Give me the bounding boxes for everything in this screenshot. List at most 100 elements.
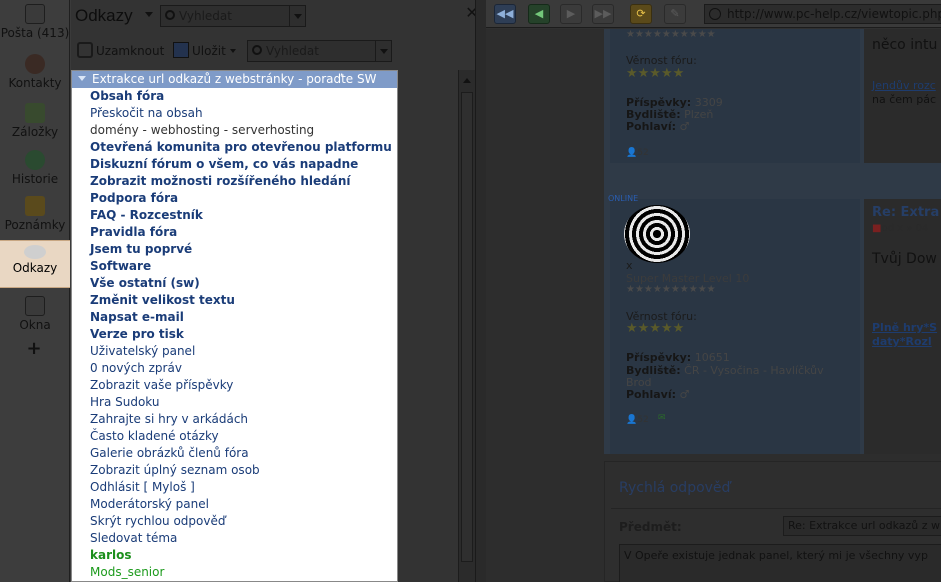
profile-icon[interactable]: 👤52 xyxy=(626,145,650,161)
lock-icon xyxy=(77,42,93,58)
sidebar-item-contacts[interactable]: Kontakty xyxy=(0,54,70,90)
gender: Pohlaví: ♂ xyxy=(626,388,690,401)
username[interactable]: x xyxy=(626,259,633,272)
web-page: ★★★★★★★★★★ Věrnost fóru: ★★★★★ Příspěvky… xyxy=(486,29,941,582)
notes-icon xyxy=(25,196,45,216)
panel-resize-gutter[interactable] xyxy=(475,0,486,582)
sidebar-item-bookmarks[interactable]: Záložky xyxy=(0,103,70,139)
toolbar-search[interactable] xyxy=(247,40,392,62)
online-status: ONLINE xyxy=(608,194,639,203)
list-item[interactable]: Diskuzní fórum o všem, co vás napadne xyxy=(90,156,397,173)
post-link[interactable]: Plně hry*S xyxy=(872,321,937,334)
list-item[interactable]: Napsat e-mail xyxy=(90,309,397,326)
links-icon xyxy=(24,245,46,259)
list-item[interactable]: Software xyxy=(90,258,397,275)
list-item[interactable]: Obsah fóra xyxy=(90,88,397,105)
sidebar-item-windows[interactable]: Okna xyxy=(0,296,70,332)
save-icon xyxy=(173,42,189,58)
save-button[interactable]: Uložit xyxy=(173,40,236,62)
sidebar-item-notes[interactable]: Poznámky xyxy=(0,196,70,232)
residence: Bydliště: ČR - Vysočina - Havlíčkův xyxy=(626,364,824,377)
list-item[interactable]: Často kladené otázky xyxy=(90,428,397,445)
post-text: na čem pác xyxy=(872,93,937,106)
fast-forward-icon[interactable]: ▶▶ xyxy=(592,4,614,24)
list-item[interactable]: Sledovat téma xyxy=(90,530,397,547)
unlock-button[interactable]: Uzamknout xyxy=(77,40,164,62)
rewind-icon[interactable]: ◀◀ xyxy=(494,4,516,24)
edit-icon[interactable]: ✎ xyxy=(664,4,686,24)
list-item[interactable]: Podpora fóra xyxy=(90,190,397,207)
list-item[interactable]: Hra Sudoku xyxy=(90,394,397,411)
list-item[interactable]: Zahrajte si hry v arkádách xyxy=(90,411,397,428)
list-item[interactable]: karlos xyxy=(90,547,397,564)
subject-label: Předmět: xyxy=(619,520,682,534)
windows-icon xyxy=(25,296,45,316)
forward-icon[interactable]: ▶ xyxy=(560,4,582,24)
list-item[interactable]: Jsem tu poprvé xyxy=(90,241,397,258)
plus-icon[interactable]: + xyxy=(24,339,44,359)
profile-icon[interactable]: 👤52 xyxy=(626,412,650,428)
sidebar-item-label: Odkazy xyxy=(12,261,58,275)
post-link[interactable]: daty*Rozl xyxy=(872,335,932,348)
list-item[interactable]: Uživatelský panel xyxy=(90,343,397,360)
rating-stars: ★★★★★ xyxy=(626,321,685,336)
list-item[interactable]: Mods_senior xyxy=(90,564,397,581)
list-item[interactable]: 0 nových zpráv xyxy=(90,360,397,377)
posts-count: Příspěvky: 10651 xyxy=(626,351,730,364)
scrollbar-thumb[interactable] xyxy=(461,92,473,562)
reload-icon[interactable]: ⟳ xyxy=(630,4,652,24)
sidebar-item-mail[interactable]: Pošta (413) xyxy=(0,4,70,40)
toolbar-search-input[interactable] xyxy=(266,42,374,60)
quick-reply-title: Rychlá odpověď xyxy=(619,480,731,496)
address-field[interactable]: http://www.pc-help.cz/viewtopic.php xyxy=(704,4,941,24)
collapse-triangle-icon[interactable] xyxy=(78,76,86,81)
list-item[interactable]: Zobrazit úplný seznam osob xyxy=(90,462,397,479)
chevron-down-icon[interactable] xyxy=(375,41,391,61)
rank-stars: ★★★★★★★★★★ xyxy=(626,284,716,295)
post-text: něco intu xyxy=(872,37,938,53)
list-item[interactable]: Otevřená komunita pro otevřenou platform… xyxy=(90,139,397,156)
list-item[interactable]: Zobrazit možnosti rozšířeného hledání xyxy=(90,173,397,190)
sidebar-item-label: Poznámky xyxy=(4,218,66,232)
list-header[interactable]: Extrakce url odkazů z webstránky - poraď… xyxy=(72,71,397,88)
list-items: Obsah fóra Přeskočit na obsah domény - web… xyxy=(72,88,397,581)
links-list: Extrakce url odkazů z webstránky - poraď… xyxy=(71,70,398,582)
list-item[interactable]: Pravidla fóra xyxy=(90,224,397,241)
sidebar-item-label: Kontakty xyxy=(8,76,62,90)
quick-reply: Rychlá odpověď Předmět: Re: Extrakce url… xyxy=(604,461,941,582)
panel-scrollbar[interactable] xyxy=(458,70,475,582)
list-item[interactable]: Moderátorský panel xyxy=(90,496,397,513)
chevron-down-icon[interactable] xyxy=(145,12,153,17)
chevron-down-icon[interactable] xyxy=(289,6,305,26)
list-item[interactable]: Změnit velikost textu xyxy=(90,292,397,309)
sidebar-item-history[interactable]: Historie xyxy=(0,150,70,186)
post-title[interactable]: Re: Extra xyxy=(872,205,939,220)
list-item[interactable]: Verze pro tisk xyxy=(90,326,397,343)
save-label: Uložit xyxy=(192,44,226,58)
chevron-down-icon xyxy=(229,49,236,53)
reply-textarea[interactable]: V Opeře existuje jednak panel, který mi … xyxy=(619,544,941,582)
list-item[interactable]: Zobrazit vaše příspěvky xyxy=(90,377,397,394)
post-link[interactable]: Jendův rozc xyxy=(872,79,936,92)
list-item[interactable]: Přeskočit na obsah xyxy=(90,105,397,122)
rating-stars: ★★★★★ xyxy=(626,66,685,81)
gender: Pohlaví: ♂ xyxy=(626,120,690,133)
divider xyxy=(611,508,941,509)
list-item[interactable]: domény - webhosting - serverhosting xyxy=(90,122,397,139)
panel-search[interactable] xyxy=(160,5,306,27)
scroll-up-icon[interactable] xyxy=(463,78,471,83)
list-item[interactable]: Skrýt rychlou odpověď xyxy=(90,513,397,530)
list-item[interactable]: Galerie obrázků členů fóra xyxy=(90,445,397,462)
male-icon: ♂ xyxy=(679,388,690,401)
avatar xyxy=(624,205,690,263)
links-panel: Odkazy ✕ Uzamknout Uložit Extrakce url o… xyxy=(71,0,486,582)
list-item[interactable]: Odhlásit [ Myloš ] xyxy=(90,479,397,496)
message-icon[interactable]: ✉ xyxy=(658,410,682,426)
back-icon[interactable]: ◀ xyxy=(528,4,550,24)
sidebar-item-links[interactable]: Odkazy xyxy=(0,240,70,288)
list-item[interactable]: FAQ - Rozcestník xyxy=(90,207,397,224)
panel-search-input[interactable] xyxy=(179,7,287,25)
list-item[interactable]: Vše ostatní (sw) xyxy=(90,275,397,292)
subject-input[interactable]: Re: Extrakce url odkazů z w xyxy=(783,516,941,536)
panel-title[interactable]: Odkazy xyxy=(75,6,133,26)
